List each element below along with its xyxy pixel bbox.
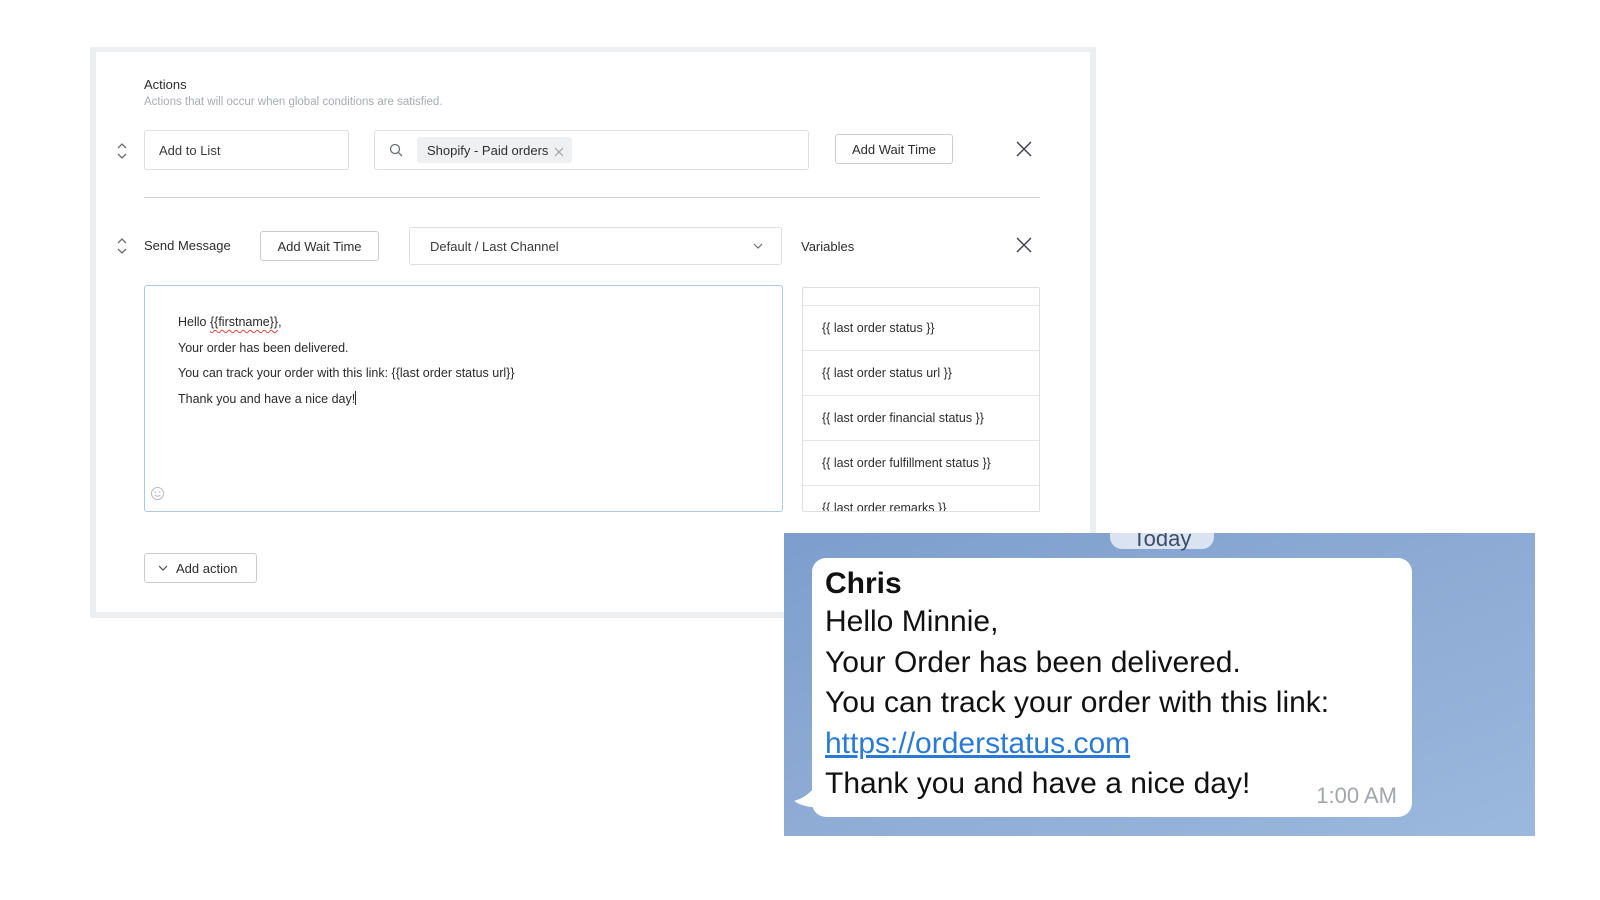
actions-title: Actions xyxy=(144,77,187,92)
sender-name: Chris xyxy=(825,567,902,600)
chevron-down-icon xyxy=(158,565,168,571)
message-timestamp: 1:00 AM xyxy=(1316,783,1397,808)
add-action-button[interactable]: Add action xyxy=(144,553,257,583)
list-chip: Shopify - Paid orders xyxy=(417,137,573,163)
order-status-link[interactable]: https://orderstatus.com xyxy=(825,727,1130,760)
reorder-handle-icon[interactable] xyxy=(115,236,129,256)
date-pill: Today xyxy=(1110,533,1214,551)
variables-list[interactable]: {{ last order status }} {{ last order st… xyxy=(802,287,1040,512)
editor-line: Your order has been delivered. xyxy=(178,340,349,355)
variable-item[interactable]: {{ last order financial status }} xyxy=(803,396,1039,441)
actions-subtitle: Actions that will occur when global cond… xyxy=(144,96,443,108)
add-wait-time-button[interactable]: Add Wait Time xyxy=(260,231,379,261)
variable-item[interactable]: {{ last order fulfillment status }} xyxy=(803,441,1039,486)
variable-item-partial xyxy=(803,288,1039,306)
editor-firstname-variable: {{firstname}} xyxy=(209,315,279,329)
row-divider xyxy=(144,197,1040,198)
action-type-field[interactable]: Add to List xyxy=(144,130,349,170)
send-message-label: Send Message xyxy=(144,238,231,253)
close-icon[interactable] xyxy=(1014,235,1034,255)
add-action-label: Add action xyxy=(176,560,238,576)
editor-greeting-prefix: Hello xyxy=(178,315,210,329)
message-line: Your Order has been delivered. xyxy=(825,645,1241,679)
channel-select[interactable]: Default / Last Channel xyxy=(409,227,782,265)
channel-select-value: Default / Last Channel xyxy=(430,238,559,254)
variables-label: Variables xyxy=(801,239,855,254)
message-bubble: Chris Hello Minnie, Your Order has been … xyxy=(812,558,1412,817)
editor-line-text: Thank you and have a nice day! xyxy=(178,391,356,406)
message-line: You can track your order with this link: xyxy=(825,686,1330,719)
chevron-down-icon xyxy=(753,243,763,249)
variable-item[interactable]: {{ last order status url }} xyxy=(803,351,1039,396)
emoji-icon[interactable] xyxy=(150,486,165,501)
variable-item[interactable]: {{ last order remarks }} xyxy=(803,486,1039,511)
add-wait-time-button[interactable]: Add Wait Time xyxy=(835,134,953,164)
message-line: Hello Minnie, xyxy=(825,605,999,638)
text-caret xyxy=(355,390,357,405)
editor-greeting-suffix: , xyxy=(278,315,282,329)
message-editor[interactable]: Hello {{firstname}}, Your order has been… xyxy=(144,285,783,512)
list-chip-label: Shopify - Paid orders xyxy=(427,142,549,158)
editor-line: Hello {{firstname}}, xyxy=(178,312,782,338)
list-search-field[interactable]: Shopify - Paid orders xyxy=(374,130,809,170)
reorder-handle-icon[interactable] xyxy=(115,141,129,161)
search-icon xyxy=(389,143,403,157)
chat-preview: Today Chris Hello Minnie, Your Order has… xyxy=(784,533,1535,836)
action-type-value: Add to List xyxy=(159,142,221,158)
variable-item[interactable]: {{ last order status }} xyxy=(803,306,1039,351)
editor-line: Thank you and have a nice day! xyxy=(178,389,782,415)
remove-chip-icon[interactable] xyxy=(554,145,564,157)
close-icon[interactable] xyxy=(1014,139,1034,159)
editor-line: You can track your order with this link:… xyxy=(178,366,515,380)
message-line-link: https://orderstatus.com xyxy=(825,724,1412,765)
